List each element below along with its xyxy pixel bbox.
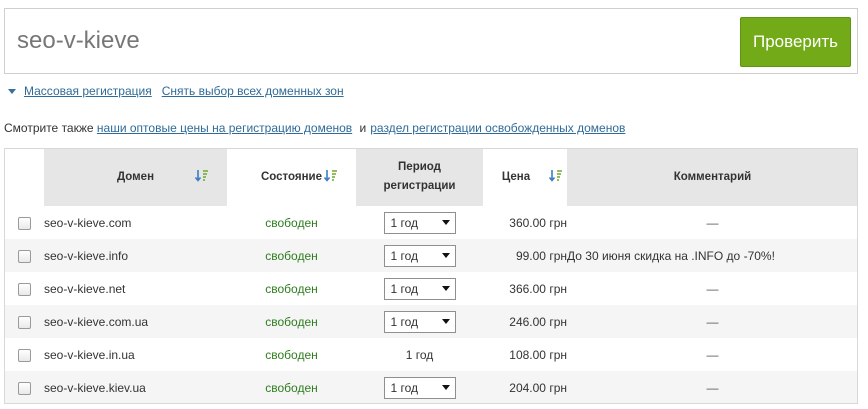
period-select[interactable]: 1 год	[383, 310, 456, 333]
chevron-down-icon	[441, 286, 450, 291]
header-price[interactable]: Цена	[483, 148, 567, 206]
header-checkbox-column	[4, 148, 44, 206]
price: 99.00 грн	[483, 239, 567, 272]
chevron-down-icon	[441, 220, 450, 225]
comment: —	[567, 371, 858, 404]
sort-icon[interactable]	[324, 169, 338, 183]
see-also-text: Смотрите также наши оптовые цены на реги…	[4, 121, 625, 135]
domain-name: seo-v-kieve.com.ua	[44, 305, 227, 338]
table-row: seo-v-kieve.com свободен 1 год 360.00 грн —	[4, 206, 858, 239]
domain-name: seo-v-kieve.com	[44, 215, 132, 230]
sort-icon[interactable]	[195, 169, 209, 183]
search-box: Проверить	[4, 8, 858, 74]
period-select-value: 1 год	[390, 314, 419, 329]
domains-table: Домен Состояние Период регистрации Цена	[4, 148, 858, 404]
header-domain-label: Домен	[116, 171, 155, 183]
chevron-down-icon	[441, 385, 450, 390]
period-select[interactable]: 1 год	[383, 376, 456, 399]
comment: —	[706, 281, 719, 296]
domain-checkbox[interactable]	[17, 381, 31, 395]
check-button[interactable]: Проверить	[740, 17, 851, 67]
price: 360.00 грн	[509, 215, 567, 230]
period-select-value: 1 год	[390, 248, 419, 263]
domain-name: seo-v-kieve.in.ua	[44, 347, 135, 362]
period-value: 1 год	[405, 347, 434, 362]
chevron-down-icon	[441, 253, 450, 258]
status-badge: свободен	[265, 281, 318, 296]
status-badge: свободен	[265, 347, 318, 362]
status-badge: свободен	[227, 305, 356, 338]
table-row: seo-v-kieve.com.ua свободен 1 год 246.00 гр…	[4, 305, 858, 338]
table-row: seo-v-kieve.info свободен 1 год 99.00 грн До…	[4, 239, 858, 272]
header-period: Период регистрации	[356, 148, 483, 206]
period-select[interactable]: 1 год	[383, 211, 456, 234]
domain-name: seo-v-kieve.kiev.ua	[44, 371, 227, 404]
header-state-label: Состояние	[260, 171, 323, 183]
table-row: seo-v-kieve.net свободен 1 год 366.00 грн —	[4, 272, 858, 305]
domain-name: seo-v-kieve.info	[44, 239, 227, 272]
comment: До 30 июня скидка на .INFO до -70%!	[567, 239, 858, 272]
released-domains-link[interactable]: раздел регистрации освобожденных доменов	[370, 121, 625, 135]
table-header-row: Домен Состояние Период регистрации Цена	[4, 148, 858, 206]
price: 108.00 грн	[509, 347, 567, 362]
header-comment-label: Комментарий	[673, 171, 752, 183]
comment: —	[706, 215, 719, 230]
domain-name: seo-v-kieve.net	[44, 281, 126, 296]
comment: —	[706, 347, 719, 362]
bulk-registration-link[interactable]: Массовая регистрация	[24, 84, 152, 98]
domain-checkbox[interactable]	[17, 216, 31, 230]
header-price-label: Цена	[501, 171, 531, 183]
price: 246.00 грн	[483, 305, 567, 338]
period-select-value: 1 год	[390, 215, 419, 230]
header-period-label: Период регистрации	[383, 161, 456, 192]
table-body: seo-v-kieve.com свободен 1 год 360.00 грн — s…	[4, 206, 858, 404]
header-state[interactable]: Состояние	[227, 148, 356, 206]
price: 204.00 грн	[483, 371, 567, 404]
period-select[interactable]: 1 год	[383, 277, 456, 300]
status-badge: свободен	[227, 371, 356, 404]
period-select-value: 1 год	[390, 380, 419, 395]
triangle-down-icon[interactable]	[8, 88, 16, 94]
status-badge: свободен	[227, 239, 356, 272]
domain-checkbox[interactable]	[17, 348, 31, 362]
domain-search-input[interactable]	[17, 19, 717, 63]
period-select[interactable]: 1 год	[383, 244, 456, 267]
comment: —	[567, 305, 858, 338]
header-comment: Комментарий	[567, 148, 858, 206]
sort-icon[interactable]	[549, 169, 563, 183]
wholesale-prices-link[interactable]: наши оптовые цены на регистрацию доменов	[97, 121, 352, 135]
price: 366.00 грн	[509, 281, 567, 296]
table-row: seo-v-kieve.in.ua свободен 1 год 108.00 грн…	[4, 338, 858, 371]
domain-checkbox[interactable]	[17, 282, 31, 296]
domain-checkbox[interactable]	[17, 249, 31, 263]
options-links: Массовая регистрация Снять выбор всех до…	[8, 83, 344, 99]
chevron-down-icon	[441, 319, 450, 324]
table-row: seo-v-kieve.kiev.ua свободен 1 год 204.00 г…	[4, 371, 858, 404]
see-also-and: и	[359, 121, 367, 135]
status-badge: свободен	[265, 215, 318, 230]
period-select-value: 1 год	[390, 281, 419, 296]
deselect-all-zones-link[interactable]: Снять выбор всех доменных зон	[162, 84, 344, 98]
see-also-prefix: Смотрите также	[4, 121, 94, 135]
domain-checkbox[interactable]	[17, 315, 31, 329]
header-domain[interactable]: Домен	[44, 148, 227, 206]
